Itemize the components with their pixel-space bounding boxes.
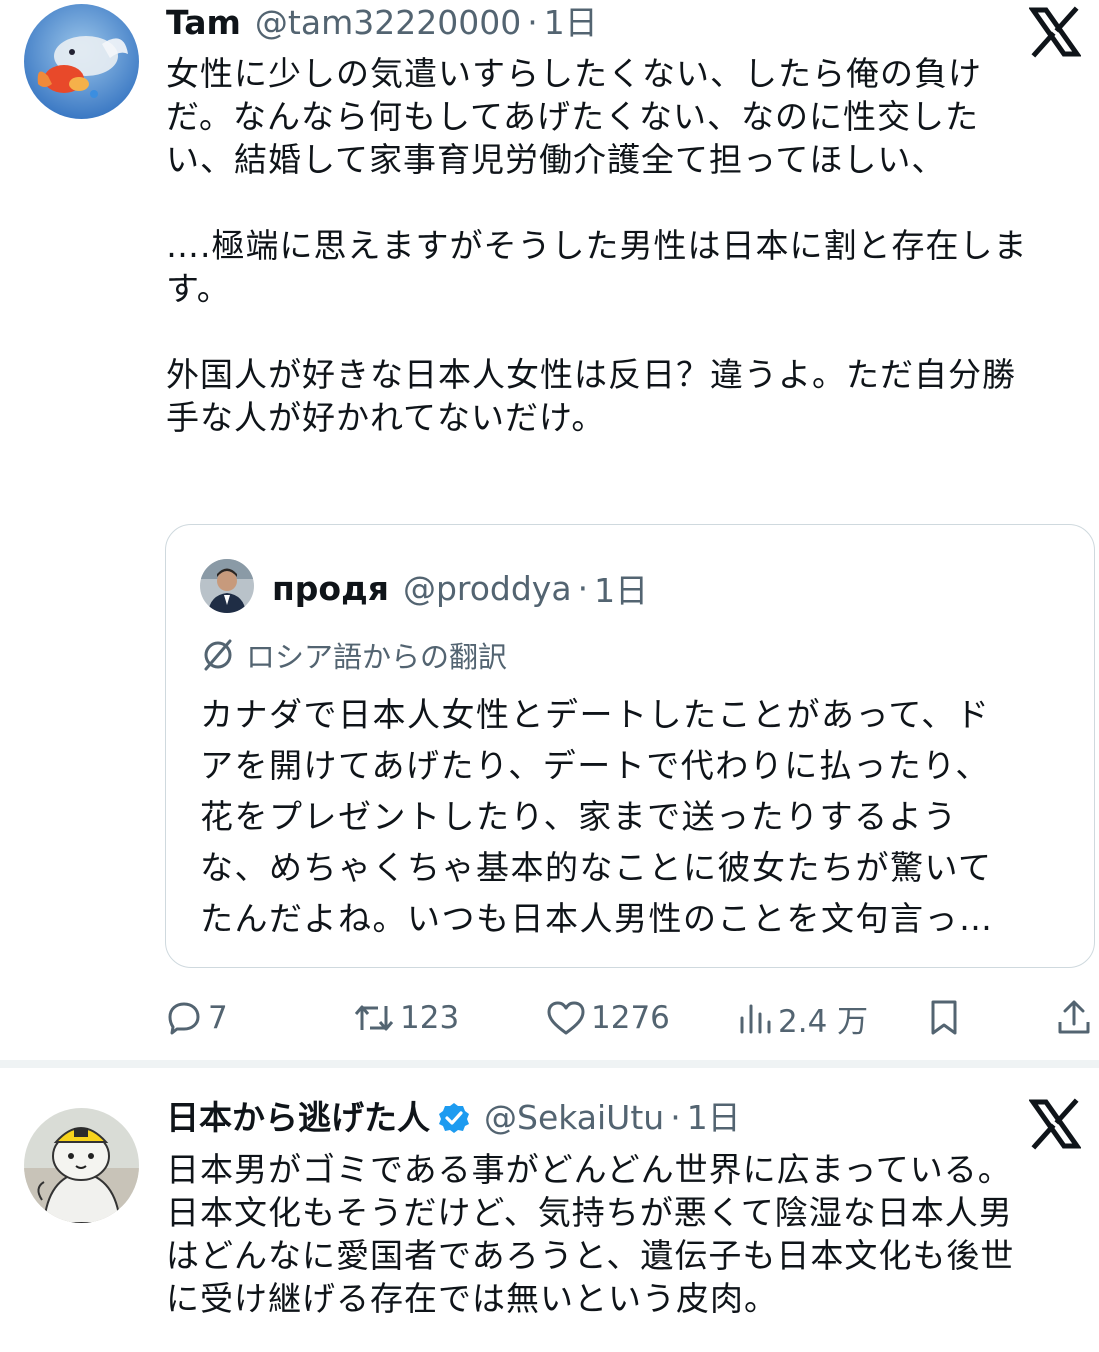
- share-button[interactable]: [1055, 994, 1093, 1042]
- translate-icon: [204, 639, 232, 671]
- post-line: に受け継げる存在では無いという皮肉。: [166, 1279, 778, 1318]
- quote-line: カナダで日本人女性とデートしたことがあって、ド: [200, 695, 991, 734]
- separator-dot: ·: [527, 3, 538, 42]
- quote-avatar[interactable]: [200, 559, 254, 613]
- reply-count: 7: [208, 1000, 228, 1036]
- separator-dot: ·: [670, 1098, 681, 1137]
- post-line: 日本文化もそうだけど、気持ちが悪くて陰湿な日本人男: [166, 1193, 1013, 1232]
- like-count: 1276: [591, 1000, 670, 1036]
- quote-date[interactable]: 1日: [594, 564, 648, 612]
- quoted-post[interactable]: продя @proddya · 1日 ロシア語からの翻訳 カナダで日本人女性と…: [165, 524, 1095, 968]
- repost-icon: [354, 1005, 394, 1031]
- post-line: はどんなに愛国者であろうと、遺伝子も日本文化も後世: [166, 1236, 1015, 1275]
- post-header: 日本から逃げた人 @SekaiUtu · 1日: [166, 1095, 741, 1141]
- cat-avatar-image: [24, 1108, 139, 1223]
- goldfish-avatar-image: [24, 4, 139, 119]
- quote-author-handle[interactable]: @proddya: [403, 569, 572, 608]
- quote-body: カナダで日本人女性とデートしたことがあって、ド アを開けてあげたり、デートで代わ…: [200, 689, 1080, 944]
- repost-count: 123: [400, 1000, 460, 1036]
- translation-notice[interactable]: ロシア語からの翻訳: [200, 635, 507, 675]
- like-button[interactable]: 1276: [545, 994, 670, 1042]
- post-line: 日本男がゴミである事がどんどん世界に広まっている。: [166, 1150, 1012, 1189]
- author-name[interactable]: Tam: [166, 0, 241, 46]
- post-tam[interactable]: Tam @tam32220000 · 1日 女性に少しの気遣いすらしたくない、し…: [0, 0, 1099, 1068]
- reply-icon: [168, 1002, 200, 1035]
- post-date[interactable]: 1日: [687, 1095, 741, 1141]
- bookmark-icon: [931, 1000, 957, 1035]
- post-line: 手な人が好かれてないだけ。: [166, 398, 606, 437]
- repost-button[interactable]: 123: [352, 994, 459, 1042]
- post-line: 外国人が好きな日本人女性は反日？違うよ。ただ自分勝: [166, 355, 1016, 394]
- translation-label: ロシア語からの翻訳: [246, 640, 508, 674]
- quote-line: な、めちゃくちゃ基本的なことに彼女たちが驚いて: [200, 848, 993, 887]
- x-logo-icon: [1029, 6, 1081, 58]
- quote-line: アを開けてあげたり、デートで代わりに払ったり、: [200, 746, 990, 785]
- verified-badge-icon: [439, 1103, 469, 1133]
- person-avatar-image: [200, 559, 254, 613]
- views-icon: [740, 1004, 771, 1034]
- avatar-sekaiutu[interactable]: [24, 1108, 139, 1223]
- x-logo-icon: [1029, 1098, 1081, 1150]
- post-body: 日本男がゴミである事がどんどん世界に広まっている。 日本文化もそうだけど、気持ち…: [166, 1148, 1086, 1320]
- share-icon: [1058, 1000, 1090, 1034]
- heart-icon: [547, 1001, 585, 1035]
- post-line: い、結婚して家事育児労働介護全て担ってほしい、: [166, 140, 946, 179]
- post-header: Tam @tam32220000 · 1日: [166, 0, 598, 46]
- action-bar: 7 123 1276 2.4 万: [0, 994, 1099, 1042]
- quote-line: 花をプレゼントしたり、家まで送ったりするよう: [200, 797, 958, 836]
- post-date[interactable]: 1日: [544, 0, 598, 46]
- avatar-tam[interactable]: [24, 4, 139, 119]
- quote-header: продя @proddya · 1日: [272, 565, 648, 611]
- reply-button[interactable]: 7: [164, 994, 228, 1042]
- post-divider: [0, 1060, 1099, 1068]
- author-handle[interactable]: @tam32220000: [255, 0, 521, 46]
- separator-dot: ·: [577, 568, 589, 608]
- quote-line: たんだよね。いつも日本人男性のことを文句言っ…: [200, 899, 994, 938]
- author-name[interactable]: 日本から逃げた人: [166, 1095, 430, 1141]
- view-count: 2.4 万: [778, 1003, 869, 1040]
- post-line: 女性に少しの気遣いすらしたくない、したら俺の負け: [166, 54, 982, 93]
- views-button[interactable]: 2.4 万: [736, 994, 868, 1042]
- post-body: 女性に少しの気遣いすらしたくない、したら俺の負け だ。なんなら何もしてあげたくな…: [166, 52, 1086, 439]
- quote-author-name[interactable]: продя: [272, 569, 389, 608]
- post-line: す。: [166, 269, 231, 308]
- post-line: ….極端に思えますがそうした男性は日本に割と存在しま: [166, 226, 1028, 265]
- post-line: だ。なんなら何もしてあげたくない、なのに性交した: [166, 97, 980, 136]
- author-handle[interactable]: @SekaiUtu: [484, 1095, 664, 1141]
- bookmark-button[interactable]: [926, 994, 962, 1042]
- post-sekaiutu[interactable]: 日本から逃げた人 @SekaiUtu · 1日 日本男がゴミである事がどんどん世…: [0, 1068, 1099, 1352]
